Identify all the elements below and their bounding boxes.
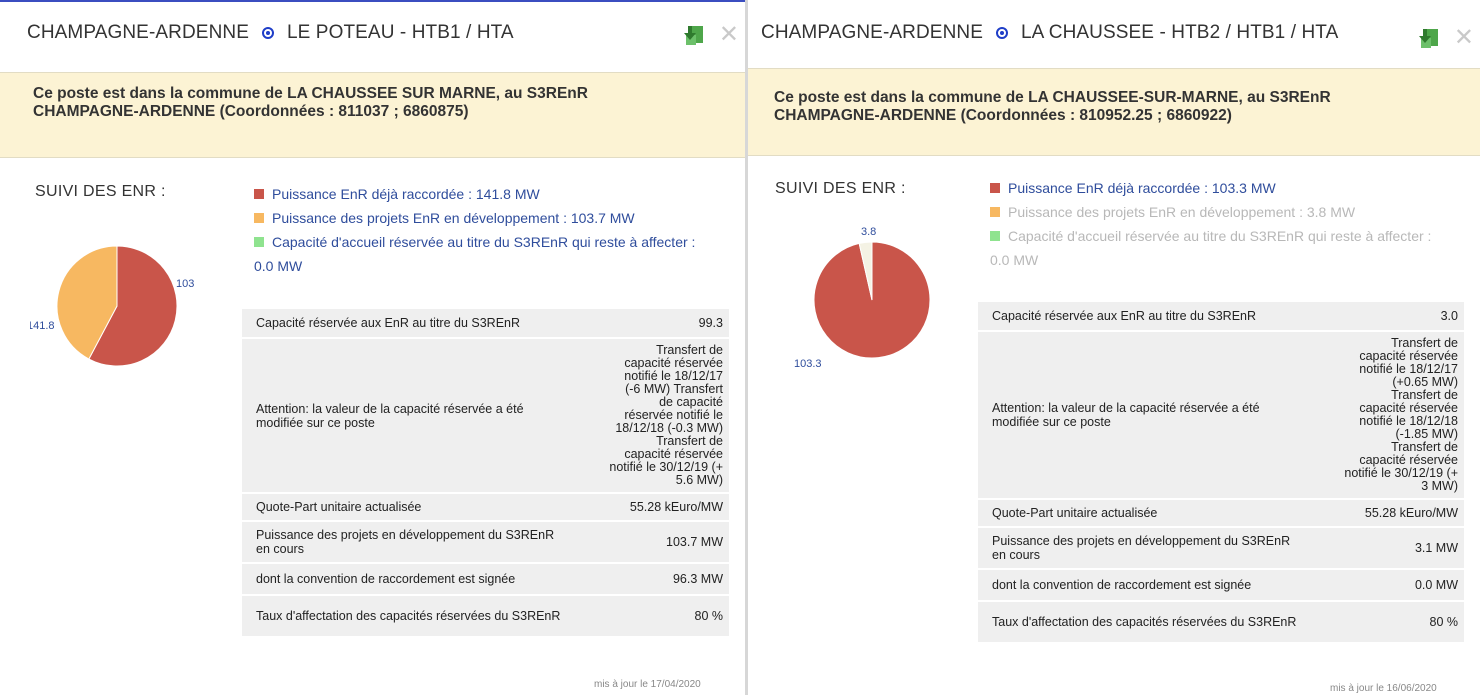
banner-line-2: CHAMPAGNE-ARDENNE (Coordonnées : 811037 … — [33, 103, 469, 120]
row-value: 0.0 MW — [1304, 570, 1464, 600]
suivi-enr-title: SUIVI DES ENR : — [35, 183, 166, 200]
row-value: 3.0 — [1304, 302, 1464, 330]
legend-text: Capacité d'accueil réservée au titre du … — [990, 228, 1432, 268]
pie-legend: Puissance EnR déjà raccordée : 141.8 MW … — [244, 182, 714, 278]
row-label: Quote-Part unitaire actualisée — [242, 494, 570, 520]
location-banner: Ce poste est dans la commune de LA CHAUS… — [748, 68, 1480, 156]
row-label: Quote-Part unitaire actualisée — [978, 500, 1305, 526]
banner-line-1: Ce poste est dans la commune de LA CHAUS… — [33, 85, 588, 102]
pie-label: 141.8 — [30, 320, 55, 332]
row-label: dont la convention de raccordement est s… — [978, 570, 1305, 600]
table-row: Attention: la valeur de la capacité rése… — [242, 339, 729, 492]
row-value: 3.1 MW — [1304, 528, 1464, 568]
suivi-enr-title: SUIVI DES ENR : — [775, 180, 906, 197]
pie-label: 3.8 — [861, 226, 876, 238]
table-row: Capacité réservée aux EnR au titre du S3… — [978, 302, 1464, 330]
legend-item-capacite-reservee[interactable]: Capacité d'accueil réservée au titre du … — [244, 230, 714, 278]
left-substation-panel: CHAMPAGNE-ARDENNE LE POTEAU - HTB1 / HTA… — [0, 0, 745, 695]
table-row: dont la convention de raccordement est s… — [978, 570, 1464, 600]
row-label: Attention: la valeur de la capacité rése… — [242, 339, 570, 492]
table-row: Capacité réservée aux EnR au titre du S3… — [242, 309, 729, 337]
legend-swatch — [254, 213, 264, 223]
row-value: 80 % — [569, 596, 729, 636]
legend-text: Puissance EnR déjà raccordée : 103.3 MW — [1008, 180, 1276, 196]
pie-label: 103.3 — [794, 358, 822, 370]
legend-swatch — [990, 231, 1000, 241]
table-row: Puissance des projets en développement d… — [242, 522, 729, 562]
legend-swatch — [990, 207, 1000, 217]
legend-text: Puissance des projets EnR en développeme… — [1008, 204, 1356, 220]
substation-name: LE POTEAU - HTB1 / HTA — [286, 22, 514, 43]
substation-name: LA CHAUSSEE - HTB2 / HTB1 / HTA — [1020, 22, 1339, 43]
table-row: Taux d'affectation des capacités réservé… — [242, 596, 729, 636]
close-icon[interactable]: ✕ — [719, 23, 739, 47]
table-row: Puissance des projets en développement d… — [978, 528, 1464, 568]
row-label: Taux d'affectation des capacités réservé… — [978, 602, 1305, 642]
location-banner: Ce poste est dans la commune de LA CHAUS… — [0, 72, 745, 158]
row-value: 55.28 kEuro/MW — [1304, 500, 1464, 526]
region-label: CHAMPAGNE-ARDENNE — [27, 22, 249, 43]
legend-text: Puissance des projets EnR en développeme… — [272, 210, 635, 226]
row-label: Puissance des projets en développement d… — [242, 522, 570, 562]
right-substation-panel: CHAMPAGNE-ARDENNE LA CHAUSSEE - HTB2 / H… — [748, 0, 1480, 695]
table-row: dont la convention de raccordement est s… — [242, 564, 729, 594]
row-value: 103.7 MW — [569, 522, 729, 562]
legend-swatch — [254, 189, 264, 199]
capacity-table: Capacité réservée aux EnR au titre du S3… — [242, 307, 729, 638]
last-updated: mis à jour le 17/04/2020 — [594, 679, 701, 690]
banner-line-1: Ce poste est dans la commune de LA CHAUS… — [774, 89, 1331, 106]
enr-pie-chart: 103.3 3.8 — [794, 226, 931, 370]
row-label: Capacité réservée aux EnR au titre du S3… — [978, 302, 1305, 330]
panel-header: CHAMPAGNE-ARDENNE LE POTEAU - HTB1 / HTA — [0, 2, 745, 66]
table-row: Quote-Part unitaire actualisée 55.28 kEur… — [242, 494, 729, 520]
table-row: Taux d'affectation des capacités réservé… — [978, 602, 1464, 642]
legend-item-developpement[interactable]: Puissance des projets EnR en développeme… — [244, 206, 714, 230]
legend-item-developpement[interactable]: Puissance des projets EnR en développeme… — [980, 200, 1450, 224]
row-label: Puissance des projets en développement d… — [978, 528, 1305, 568]
legend-text: Capacité d'accueil réservée au titre du … — [254, 234, 696, 274]
legend-item-capacite-reservee[interactable]: Capacité d'accueil réservée au titre du … — [980, 224, 1450, 272]
row-label: Capacité réservée aux EnR au titre du S3… — [242, 309, 570, 337]
legend-swatch — [254, 237, 264, 247]
close-icon[interactable]: ✕ — [1454, 26, 1474, 50]
row-value: 55.28 kEuro/MW — [569, 494, 729, 520]
legend-item-raccordee[interactable]: Puissance EnR déjà raccordée : 103.3 MW — [980, 176, 1450, 200]
row-value: Transfert de capacité réservée notifié l… — [1304, 332, 1464, 498]
region-label: CHAMPAGNE-ARDENNE — [761, 22, 983, 43]
table-row: Quote-Part unitaire actualisée 55.28 kEur… — [978, 500, 1464, 526]
radio-selected-icon[interactable] — [261, 27, 274, 39]
row-value: 99.3 — [569, 309, 729, 337]
download-excel-icon[interactable] — [1418, 26, 1440, 50]
capacity-table: Capacité réservée aux EnR au titre du S3… — [978, 300, 1464, 644]
last-updated: mis à jour le 16/06/2020 — [1330, 683, 1437, 694]
legend-swatch — [990, 183, 1000, 193]
row-label: Taux d'affectation des capacités réservé… — [242, 596, 570, 636]
legend-item-raccordee[interactable]: Puissance EnR déjà raccordée : 141.8 MW — [244, 182, 714, 206]
banner-line-2: CHAMPAGNE-ARDENNE (Coordonnées : 810952.… — [774, 107, 1232, 124]
row-value: Transfert de capacité réservée notifié l… — [569, 339, 729, 492]
row-label: dont la convention de raccordement est s… — [242, 564, 570, 594]
row-value: 80 % — [1304, 602, 1464, 642]
enr-pie-chart: 141.8 103 — [30, 245, 194, 367]
pie-label: 103 — [176, 278, 194, 290]
download-excel-icon[interactable] — [683, 23, 705, 47]
legend-text: Puissance EnR déjà raccordée : 141.8 MW — [272, 186, 540, 202]
row-label: Attention: la valeur de la capacité rése… — [978, 332, 1305, 498]
table-row: Attention: la valeur de la capacité rése… — [978, 332, 1464, 498]
pie-legend: Puissance EnR déjà raccordée : 103.3 MW … — [980, 176, 1450, 272]
radio-selected-icon[interactable] — [995, 27, 1008, 39]
row-value: 96.3 MW — [569, 564, 729, 594]
